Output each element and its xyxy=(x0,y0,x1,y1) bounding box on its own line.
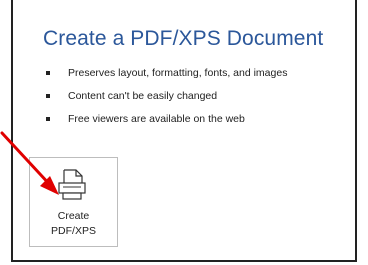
list-item: Free viewers are available on the web xyxy=(46,108,287,131)
bullet-icon xyxy=(46,71,50,75)
list-item: Content can't be easily changed xyxy=(46,85,287,108)
bullet-icon xyxy=(46,94,50,98)
list-item-text: Content can't be easily changed xyxy=(68,90,218,102)
panel-title: Create a PDF/XPS Document xyxy=(43,27,324,50)
bullet-icon xyxy=(46,117,50,121)
create-pdf-xps-button[interactable]: Create PDF/XPS xyxy=(29,157,118,247)
pdf-document-icon xyxy=(58,169,86,200)
list-item-text: Free viewers are available on the web xyxy=(68,113,245,125)
button-label-line1: Create xyxy=(57,210,90,222)
button-label-line2: PDF/XPS xyxy=(51,225,96,237)
feature-list: Preserves layout, formatting, fonts, and… xyxy=(46,62,287,131)
list-item-text: Preserves layout, formatting, fonts, and… xyxy=(68,67,288,79)
list-item: Preserves layout, formatting, fonts, and… xyxy=(46,62,287,85)
